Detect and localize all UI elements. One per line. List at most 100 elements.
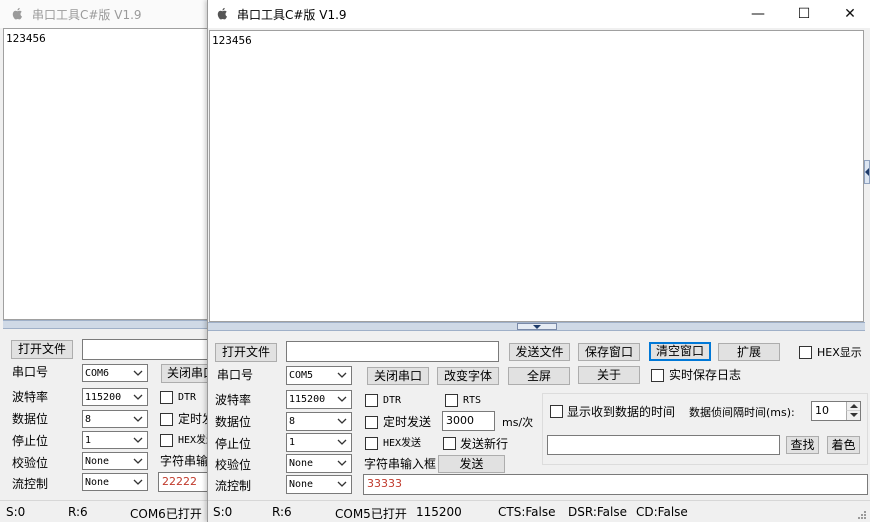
back-parity-select[interactable]: None [82,452,148,470]
front-splitter[interactable] [208,322,865,331]
rts-checkbox[interactable] [445,394,458,407]
back-dtr-checkbox[interactable] [160,391,173,404]
chevron-down-icon [133,370,143,376]
flow-select[interactable]: None [286,475,352,494]
spin-down-icon[interactable] [846,411,860,420]
frame-interval-spinner[interactable]: 10 [811,401,861,421]
chevron-down-icon [337,372,347,378]
back-title-bar[interactable]: 串口工具C#版 V1.9 [0,0,210,28]
front-window[interactable]: 串口工具C#版 V1.9 — ☐ ✕ 123456 打开文件 发送文件 保存窗口… [207,0,870,522]
spin-up-icon[interactable] [846,402,860,411]
open-file-button[interactable]: 打开文件 [215,343,277,362]
parity-select[interactable]: None [286,454,352,473]
dtr-checkbox[interactable] [365,394,378,407]
data-bits-select[interactable]: 8 [286,412,352,431]
chevron-down-icon [337,439,347,445]
hex-send-checkbox[interactable] [365,437,378,450]
back-timed-send-checkbox[interactable] [160,413,173,426]
frame-interval-value: 10 [815,404,829,417]
send-button[interactable]: 发送 [438,455,505,473]
baud-label: 波特率 [215,393,252,407]
port-value: COM5 [289,370,314,381]
file-path-input[interactable] [286,341,499,362]
baud-select[interactable]: 115200 [286,390,352,409]
chevron-down-icon [337,418,347,424]
port-select[interactable]: COM5 [286,366,352,385]
back-hex-send-checkbox[interactable] [160,434,173,447]
stop-bits-select[interactable]: 1 [286,433,352,452]
stop-bits-value: 1 [289,437,296,448]
minimize-button[interactable]: — [735,0,781,28]
back-status-bar: S:0 R:6 COM6已打开 [0,500,210,522]
change-font-button[interactable]: 改变字体 [437,367,499,385]
back-data-bits-select[interactable]: 8 [82,410,148,428]
realtime-log-checkbox[interactable] [651,369,664,382]
data-bits-label: 数据位 [215,415,252,429]
chevron-down-icon [337,396,347,402]
back-stop-bits-select[interactable]: 1 [82,431,148,449]
send-newline-label: 发送新行 [460,437,509,451]
send-file-button[interactable]: 发送文件 [509,343,570,361]
back-baud-value: 115200 [85,392,122,403]
back-hex-send-label: HEX发送 [178,435,210,446]
back-close-port-button[interactable]: 关闭串口 [161,364,210,383]
back-port-value: COM6 [85,368,110,379]
close-button[interactable]: ✕ [827,0,870,28]
hex-display-label: HEX显示 [817,346,862,359]
stop-bits-label: 停止位 [215,437,252,451]
status-cd: CD:False [636,505,688,519]
chevron-down-icon [133,458,143,464]
close-port-button[interactable]: 关闭串口 [367,367,429,385]
back-stop-bits-value: 1 [85,435,92,446]
realtime-log-label: 实时保存日志 [669,368,742,382]
expand-button[interactable]: 扩展 [718,343,780,361]
back-flow-label: 流控制 [12,477,49,491]
back-file-path-input[interactable] [82,339,210,360]
collapse-panel-tab[interactable] [864,160,870,184]
rts-label: RTS [463,395,482,406]
back-window[interactable]: 串口工具C#版 V1.9 123456 打开文件 串口号 COM6 关闭串口 波… [0,0,210,522]
front-window-title: 串口工具C#版 V1.9 [237,8,347,22]
parity-label: 校验位 [215,458,252,472]
send-interval-unit: ms/次 [502,416,534,429]
port-label: 串口号 [217,368,254,382]
baud-value: 115200 [289,394,326,405]
maximize-button[interactable]: ☐ [781,0,827,28]
back-receive-area[interactable]: 123456 [3,28,209,320]
fullscreen-button[interactable]: 全屏 [508,367,570,385]
find-button[interactable]: 查找 [786,436,819,454]
timed-send-checkbox[interactable] [365,416,378,429]
timed-send-label: 定时发送 [383,415,432,429]
dtr-label: DTR [383,395,402,406]
send-interval-input[interactable]: 3000 [442,411,495,431]
status-received: R:6 [272,505,292,519]
send-newline-checkbox[interactable] [443,437,456,450]
front-receive-area[interactable]: 123456 [209,30,864,322]
back-send-text-input[interactable]: 22222 [158,472,210,492]
back-flow-select[interactable]: None [82,473,148,491]
back-stop-bits-label: 停止位 [12,434,49,448]
back-splitter[interactable] [3,320,209,329]
front-title-bar[interactable]: 串口工具C#版 V1.9 — ☐ ✕ [208,0,870,28]
show-time-checkbox[interactable] [550,405,563,418]
save-window-button[interactable]: 保存窗口 [578,343,640,361]
clear-window-button[interactable]: 清空窗口 [649,342,711,361]
app-apple-icon [217,7,227,20]
status-baud: 115200 [416,505,462,519]
search-input[interactable] [547,435,780,455]
chevron-down-icon [133,394,143,400]
chevron-down-icon [133,479,143,485]
input-box-label: 字符串输入框 [364,457,437,471]
color-button[interactable]: 着色 [827,436,860,454]
resize-grip-icon[interactable] [857,510,867,520]
about-button[interactable]: 关于 [578,366,640,384]
hex-display-checkbox[interactable] [799,346,812,359]
back-baud-select[interactable]: 115200 [82,388,148,406]
flow-label: 流控制 [215,479,252,493]
splitter-grip[interactable] [516,323,557,330]
flow-value: None [289,479,314,490]
back-port-select[interactable]: COM6 [82,364,148,382]
back-open-file-button[interactable]: 打开文件 [11,340,73,359]
back-baud-label: 波特率 [12,390,49,404]
send-text-input[interactable]: 33333 [363,474,868,495]
